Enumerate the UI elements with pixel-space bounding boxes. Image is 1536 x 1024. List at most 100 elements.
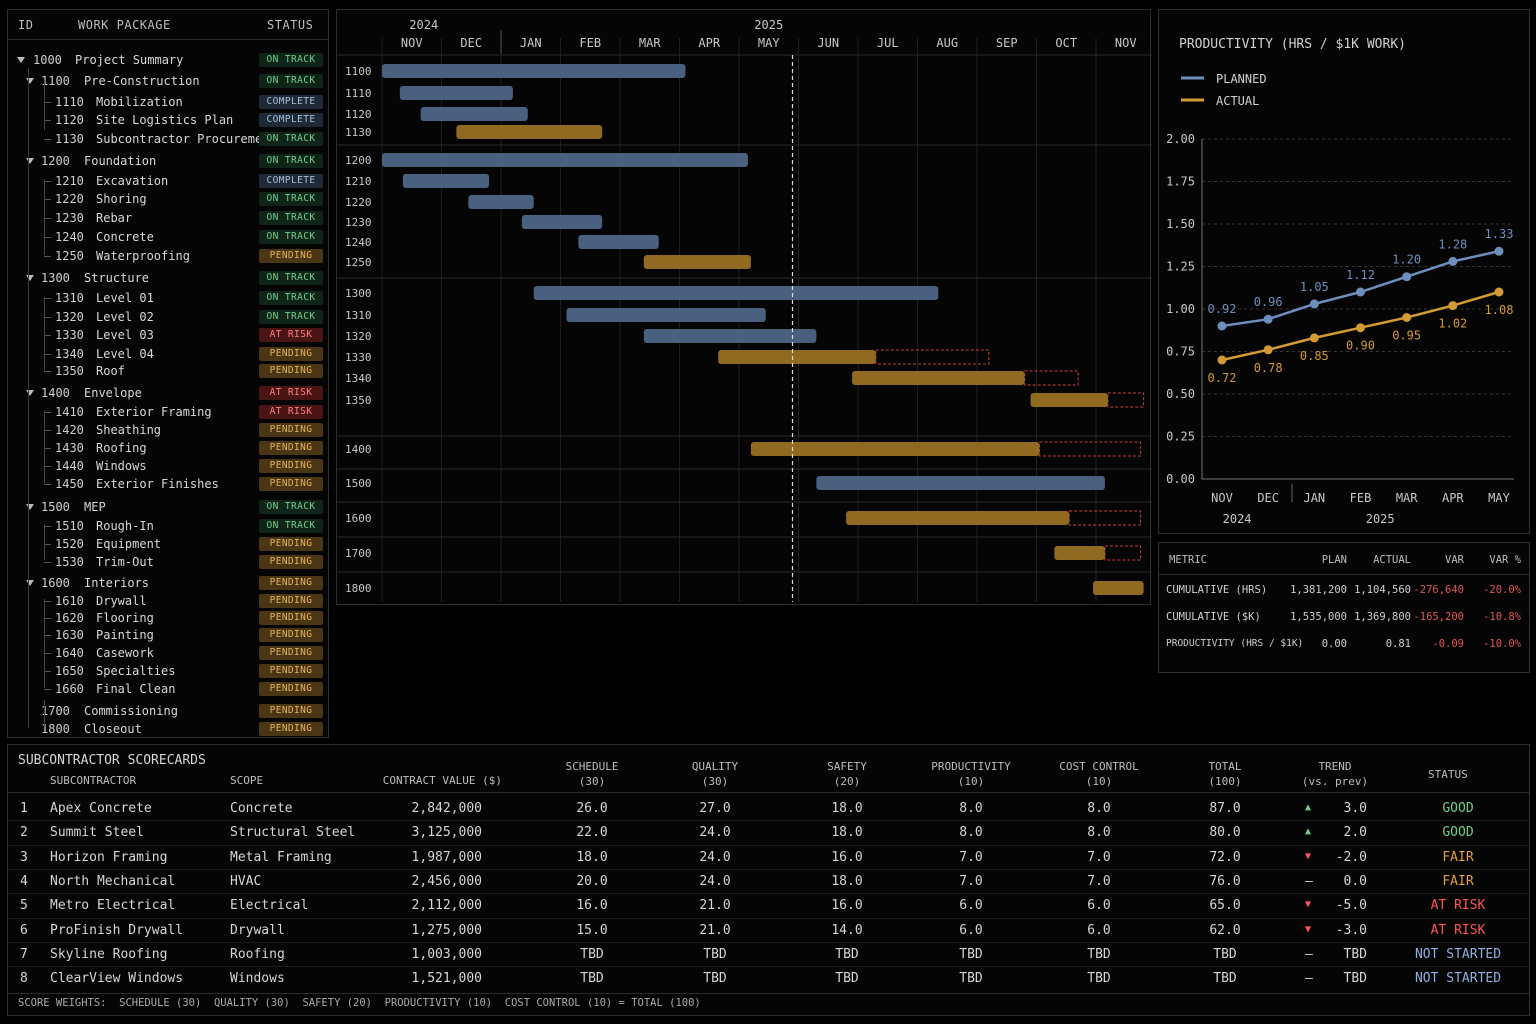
contract-value: 2,456,000 (411, 873, 482, 889)
trend-flat-icon: — (1305, 971, 1313, 987)
scope: Structural Steel (230, 825, 356, 841)
tree-connector (44, 317, 51, 318)
wbs-header-divider (8, 39, 328, 40)
metrics-panel: METRIC PLAN ACTUAL VAR VAR % CUMULATIVE (HRS)… (1158, 542, 1530, 673)
row-number: 4 (20, 873, 28, 889)
trend-delta: TBD (1343, 971, 1367, 987)
tree-connector (44, 653, 51, 654)
y-tick-label: 1.75 (1166, 175, 1195, 189)
tree-connector (44, 562, 51, 563)
status-badge: PENDING (259, 576, 323, 590)
wbs-row-name: Pre-Construction (84, 74, 200, 88)
header-cost: COST CONTROL (10) (1039, 759, 1159, 789)
status-label: AT RISK (1430, 898, 1486, 914)
total-score: 76.0 (1209, 873, 1241, 889)
wbs-row-id: 1130 (55, 132, 84, 146)
contract-value: 2,842,000 (411, 801, 482, 816)
status-badge: ON TRACK (259, 271, 323, 285)
gantt-year-label: 2024 (409, 18, 438, 32)
quality-score: TBD (703, 971, 727, 987)
wbs-row-id: 1340 (55, 347, 84, 361)
quality-score: 21.0 (699, 922, 731, 938)
trend-flat-icon: — (1305, 873, 1313, 889)
scope: Concrete (230, 801, 293, 816)
tree-connector (44, 335, 51, 336)
scope: Roofing (230, 946, 285, 962)
status-label: NOT STARTED (1414, 971, 1502, 987)
gantt-month-label: OCT (1055, 36, 1077, 50)
cost-score: 6.0 (1087, 898, 1111, 914)
trend-delta: -5.0 (1335, 898, 1367, 914)
schedule-score: 16.0 (576, 898, 608, 914)
gantt-bar (382, 153, 748, 167)
wbs-row-id: 1530 (55, 555, 84, 569)
status-label: FAIR (1442, 873, 1474, 889)
cost-score: 8.0 (1087, 825, 1111, 841)
gantt-panel: NOV DEC JAN FEB MAR APR MAY JUN JUL AUG SEP OCT NOV 2… (336, 9, 1152, 605)
gantt-month-label: NOV (1115, 36, 1137, 50)
metrics-cell: -276,640 (1413, 584, 1464, 596)
status-badge: ON TRACK (259, 291, 323, 305)
wbs-row-id: 1420 (55, 423, 84, 437)
total-score: TBD (1213, 946, 1237, 962)
tree-connector (44, 448, 51, 449)
tree-connector (44, 671, 51, 672)
gantt-month-label: MAY (758, 36, 780, 50)
gantt-bar (643, 255, 751, 269)
data-point (1356, 287, 1365, 297)
wbs-row-name: Excavation (96, 174, 169, 188)
gantt-bar (521, 215, 603, 229)
wbs-row-name: Foundation (84, 154, 157, 168)
row-divider (8, 917, 1529, 919)
tree-connector (44, 354, 51, 355)
gantt-row-label: 1330 (345, 351, 372, 364)
wbs-row-name: Subcontractor Procurement (96, 132, 277, 146)
tree-line (44, 524, 45, 560)
gantt-bar (852, 371, 1025, 385)
header-safety: SAFETY (20) (787, 759, 907, 789)
tree-connector (44, 544, 51, 545)
status-badge: ON TRACK (259, 230, 323, 244)
data-label: 0.92 (1208, 302, 1237, 316)
wbs-row-id: 1650 (55, 664, 84, 678)
wbs-row-name: Flooring (96, 611, 154, 625)
safety-score: 18.0 (831, 801, 863, 816)
header-status: STATUS (1428, 768, 1468, 781)
wbs-row-name: Painting (96, 628, 154, 642)
tree-connector (44, 526, 51, 527)
x-tick-label: DEC (1257, 491, 1279, 505)
scope: Metal Framing (230, 849, 332, 865)
gantt-row-label: 1350 (345, 394, 372, 407)
wbs-row-name: Rebar (96, 211, 133, 225)
subcontractor-name: Summit Steel (50, 825, 144, 841)
status-badge: PENDING (259, 441, 323, 455)
footer-divider (8, 993, 1529, 994)
status-badge: AT RISK (259, 328, 323, 342)
gantt-row-label: 1500 (345, 477, 372, 490)
expand-caret-icon[interactable] (17, 57, 25, 63)
trend-delta: 0.0 (1343, 873, 1367, 889)
header-total-line1: TOTAL (1208, 760, 1242, 773)
quality-score: 24.0 (699, 849, 731, 865)
contract-value: 3,125,000 (411, 825, 482, 841)
wbs-row-id: 1510 (55, 519, 84, 533)
tree-connector (44, 218, 51, 219)
wbs-row-id: 1350 (55, 364, 84, 378)
x-tick-label: JAN (1303, 491, 1325, 505)
gantt-bar (718, 350, 876, 364)
gantt-row-label: 1110 (345, 87, 372, 100)
status-badge: PENDING (259, 364, 323, 378)
trend-flat-icon: — (1305, 946, 1313, 962)
trend-up-icon: ▲ (1305, 802, 1312, 813)
productivity-score: 6.0 (959, 922, 983, 938)
wbs-row-name: Project Summary (75, 53, 184, 67)
status-badge: ON TRACK (259, 310, 323, 324)
metrics-cell: 1,535,000 (1290, 611, 1347, 623)
wbs-row-name: Drywall (96, 594, 147, 608)
tree-connector (44, 298, 51, 299)
total-score: 65.0 (1209, 898, 1241, 914)
status-badge: PENDING (259, 459, 323, 473)
data-point (1217, 355, 1227, 365)
row-divider (8, 941, 1529, 943)
wbs-row-id: 1300 (41, 271, 70, 285)
